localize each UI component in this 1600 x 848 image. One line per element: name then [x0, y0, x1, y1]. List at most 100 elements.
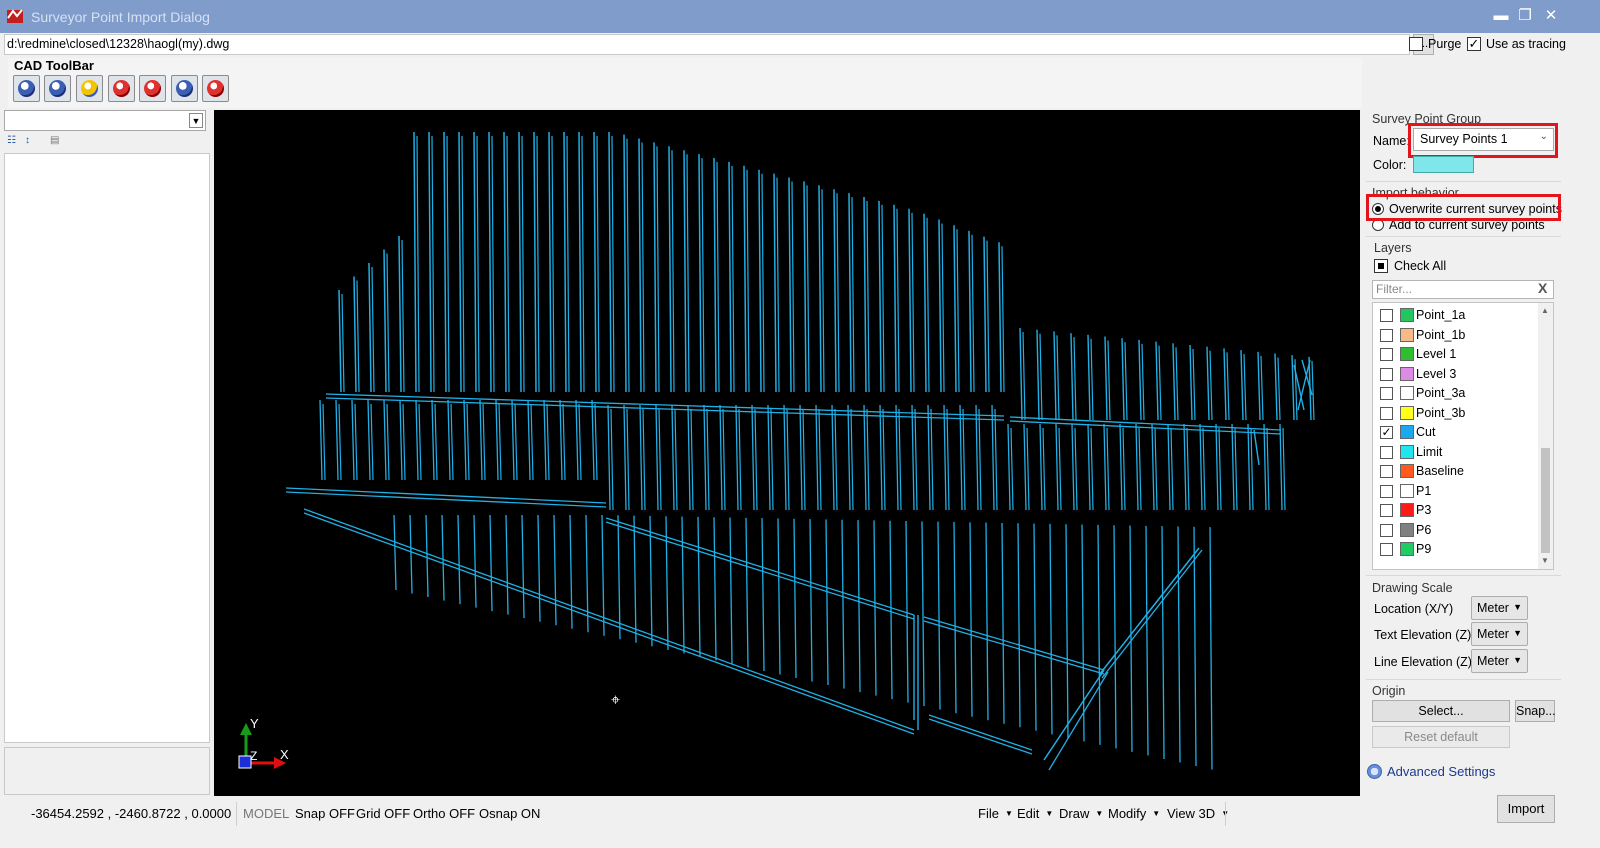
axis-z-label: Z	[250, 749, 258, 763]
cad-line	[383, 249, 387, 393]
layer-checkbox[interactable]	[1380, 348, 1393, 361]
layer-checkbox[interactable]	[1380, 406, 1393, 420]
layer-checkbox[interactable]	[1380, 484, 1393, 498]
property-grid[interactable]	[4, 153, 210, 743]
layer-checkbox[interactable]	[1380, 445, 1393, 459]
snap-toggle[interactable]: Snap OFF	[295, 806, 355, 821]
text-elevation-dropdown[interactable]: Meter ▼	[1471, 622, 1528, 646]
scroll-down-icon[interactable]: ▼	[1541, 556, 1549, 565]
line-elevation-dropdown[interactable]: Meter ▼	[1471, 649, 1528, 673]
view3d-menu-label: View 3D	[1167, 806, 1216, 821]
advanced-settings-icon[interactable]	[1367, 764, 1382, 779]
model-status[interactable]: MODEL	[243, 806, 289, 821]
cad-line	[1247, 423, 1251, 511]
layer-row[interactable]: Point_3b	[1379, 404, 1529, 423]
layer-row[interactable]: Baseline	[1379, 462, 1529, 481]
zoom-out-icon[interactable]	[44, 75, 71, 102]
layer-list[interactable]: Point_1a Point_1b Level 1 Level 3 Point_3a Po…	[1372, 302, 1554, 570]
layer-row[interactable]: Level 3	[1379, 365, 1529, 384]
layer-row[interactable]: P6	[1379, 521, 1529, 540]
layer-row[interactable]: Limit	[1379, 443, 1529, 462]
cad-line	[671, 404, 675, 511]
zoom-in-icon[interactable]	[13, 75, 40, 102]
modify-menu[interactable]: Modify ▼	[1108, 806, 1160, 821]
use-as-tracing-checkbox[interactable]: ✓	[1467, 37, 1481, 51]
scroll-thumb[interactable]	[1541, 448, 1550, 553]
cad-line	[923, 213, 927, 393]
scroll-up-icon[interactable]: ▲	[1541, 306, 1549, 315]
zoom-extents-icon[interactable]	[108, 75, 135, 102]
cad-line	[593, 131, 597, 393]
layer-row[interactable]: P9	[1379, 540, 1529, 559]
reset-origin-button[interactable]: Reset default	[1372, 726, 1510, 748]
cad-line	[638, 138, 642, 393]
layer-filter-input[interactable]: Filter...	[1372, 280, 1554, 299]
layer-scrollbar[interactable]: ▲ ▼	[1538, 303, 1553, 569]
cad-line	[983, 236, 987, 393]
snap-origin-button[interactable]: Snap...	[1515, 700, 1556, 722]
cad-line	[409, 514, 413, 594]
name-label: Name:	[1373, 134, 1410, 148]
close-icon[interactable]: ✕	[1540, 6, 1562, 26]
layer-row[interactable]: Level 1	[1379, 345, 1529, 364]
draw-menu[interactable]: Draw ▼	[1059, 806, 1103, 821]
layer-row[interactable]: Point_3a	[1379, 384, 1529, 403]
object-selector-combo[interactable]: ▼	[4, 110, 206, 131]
osnap-toggle[interactable]: Osnap ON	[479, 806, 540, 821]
layer-checkbox[interactable]	[1380, 367, 1393, 381]
file-path-field[interactable]: d:\redmine\closed\12328\haogl(my).dwg	[4, 34, 1410, 55]
group-color-swatch[interactable]	[1413, 156, 1474, 173]
zoom-window-icon[interactable]	[139, 75, 166, 102]
cad-line	[655, 404, 659, 511]
layer-color-swatch	[1400, 347, 1414, 361]
cad-line	[370, 403, 374, 481]
layer-row[interactable]: Point_1a	[1379, 306, 1529, 325]
layer-checkbox[interactable]	[1380, 309, 1393, 322]
layer-checkbox[interactable]	[1380, 387, 1393, 400]
property-pages-icon[interactable]: ▤	[50, 135, 65, 149]
alphabetical-icon[interactable]: ↕	[25, 135, 40, 149]
advanced-settings-link[interactable]: Advanced Settings	[1387, 764, 1495, 779]
view3d-menu[interactable]: View 3D▼	[1167, 806, 1229, 821]
layer-checkbox[interactable]	[1380, 543, 1393, 556]
layers-title: Layers	[1374, 241, 1412, 255]
cad-line	[466, 403, 470, 481]
layer-checkbox[interactable]	[1380, 465, 1393, 478]
cad-line	[777, 518, 781, 675]
layer-checkbox[interactable]	[1380, 523, 1393, 537]
layer-row[interactable]: ✓ Cut	[1379, 423, 1529, 442]
layer-checkbox[interactable]	[1380, 504, 1393, 517]
cad-line	[473, 131, 477, 393]
cad-line	[1103, 423, 1107, 511]
clear-filter-icon[interactable]: X	[1538, 280, 1547, 296]
edit-menu[interactable]: Edit ▼	[1017, 806, 1053, 821]
cad-line	[761, 518, 765, 671]
layer-row[interactable]: P1	[1379, 482, 1529, 501]
layer-icon[interactable]	[171, 75, 198, 102]
chevron-down-icon[interactable]: ▼	[189, 113, 203, 128]
cad-canvas[interactable]: ⌖ Y Z X	[214, 110, 1360, 796]
categorized-icon[interactable]: ☷	[7, 135, 22, 149]
purge-checkbox[interactable]	[1409, 37, 1423, 51]
layer-checkbox[interactable]: ✓	[1380, 426, 1393, 439]
file-menu[interactable]: File ▼	[978, 806, 1013, 821]
minimize-icon[interactable]: ▬	[1490, 6, 1512, 26]
property-description	[4, 747, 210, 795]
cad-line	[1151, 423, 1155, 511]
select-origin-button[interactable]: Select...	[1372, 700, 1510, 722]
layer-checkbox[interactable]	[1380, 328, 1393, 342]
open-folder-icon[interactable]	[76, 75, 103, 102]
cad-line	[803, 181, 807, 393]
check-all-checkbox[interactable]	[1374, 259, 1388, 273]
ortho-toggle[interactable]: Ortho OFF	[413, 806, 475, 821]
location-scale-dropdown[interactable]: Meter ▼	[1471, 596, 1528, 620]
import-button[interactable]: Import	[1497, 795, 1555, 823]
restore-icon[interactable]: ❐	[1514, 6, 1536, 26]
layer-row[interactable]: Point_1b	[1379, 326, 1529, 345]
cad-line	[607, 404, 611, 511]
cad-line	[642, 408, 646, 511]
grid-toggle[interactable]: Grid OFF	[356, 806, 410, 821]
layer-row[interactable]: P3	[1379, 501, 1529, 520]
delete-icon[interactable]	[202, 75, 229, 102]
cad-line	[1058, 427, 1062, 511]
